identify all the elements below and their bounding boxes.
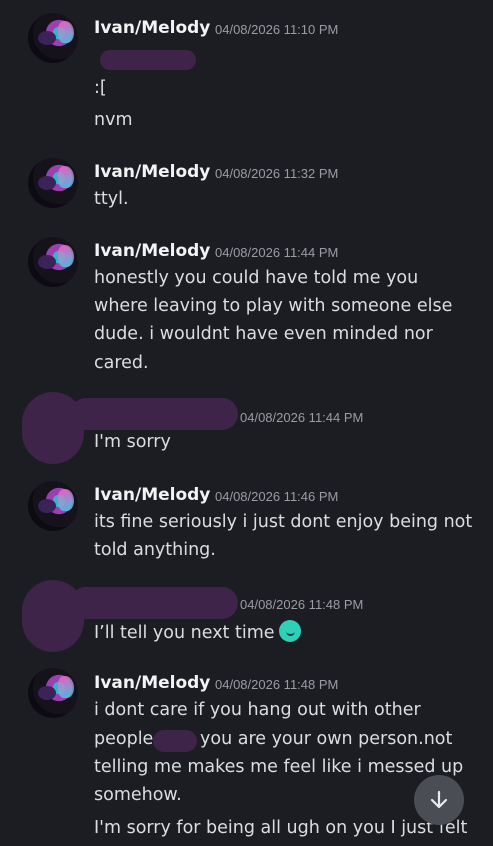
message-text: you are your own person.not xyxy=(200,729,453,749)
message-text: ttyl. xyxy=(94,189,129,209)
message-text: telling me makes me feel like i messed u… xyxy=(94,757,464,777)
message-text: i dont care if you hang out with other xyxy=(94,700,421,720)
message-text: told anything. xyxy=(94,540,216,560)
message-text: :[ xyxy=(94,78,107,98)
message-timestamp: 04/08/2026 11:44 PM xyxy=(215,245,339,260)
message-text: somehow. xyxy=(94,785,182,805)
message-timestamp: 04/08/2026 11:10 PM xyxy=(215,22,339,37)
message-author[interactable]: Ivan/Melody xyxy=(94,18,210,38)
message-text: people xyxy=(94,729,154,749)
sweat-smile-emoji-icon xyxy=(278,620,301,642)
message-author[interactable]: Ivan/Melody xyxy=(94,162,210,182)
redacted-author xyxy=(70,398,238,430)
message-author[interactable]: Ivan/Melody xyxy=(94,241,210,261)
redacted-author xyxy=(70,587,238,619)
redaction-mark xyxy=(100,50,196,70)
message-author[interactable]: Ivan/Melody xyxy=(94,485,210,505)
message-timestamp: 04/08/2026 11:48 PM xyxy=(215,677,339,692)
message-text: I'm sorry xyxy=(94,432,171,452)
avatar[interactable] xyxy=(28,13,78,63)
message-timestamp: 04/08/2026 11:44 PM xyxy=(240,410,364,425)
message-text: nvm xyxy=(94,110,133,130)
message-text: where leaving to play with someone else xyxy=(94,296,453,316)
message-text: cared. xyxy=(94,353,149,373)
avatar[interactable] xyxy=(28,481,78,531)
avatar[interactable] xyxy=(28,668,78,718)
avatar[interactable] xyxy=(28,158,78,208)
message-author[interactable]: Ivan/Melody xyxy=(94,673,210,693)
message-text: dude. i wouldnt have even minded nor xyxy=(94,324,433,344)
scroll-to-bottom-button[interactable] xyxy=(414,775,464,825)
arrow-down-icon xyxy=(430,790,448,809)
message-timestamp: 04/08/2026 11:48 PM xyxy=(240,597,364,612)
avatar[interactable] xyxy=(28,237,78,287)
message-text: I'm sorry for being all ugh on you I jus… xyxy=(94,818,468,838)
message-timestamp: 04/08/2026 11:46 PM xyxy=(215,489,339,504)
message-text: its fine seriously i just dont enjoy bei… xyxy=(94,512,473,532)
message-text-content: I’ll tell you next time xyxy=(94,623,275,643)
redaction-mark xyxy=(153,730,197,752)
message-timestamp: 04/08/2026 11:32 PM xyxy=(215,166,339,181)
message-text: honestly you could have told me you xyxy=(94,268,419,288)
message-text: I’ll tell you next time xyxy=(94,620,301,643)
